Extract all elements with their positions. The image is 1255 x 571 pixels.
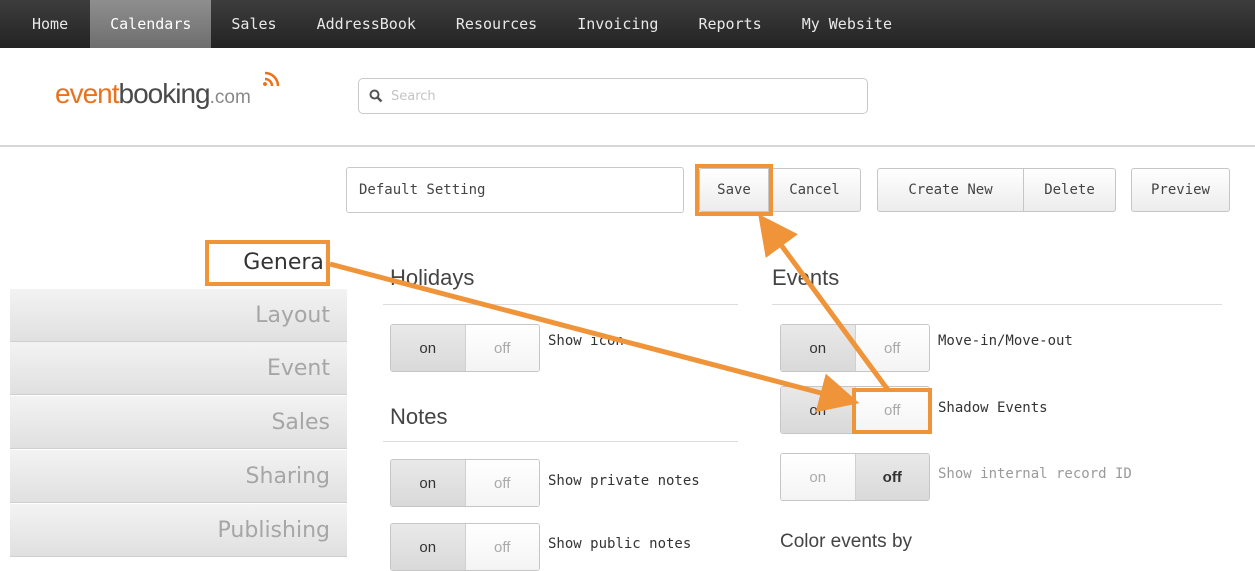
rss-icon <box>263 71 280 87</box>
create-new-button[interactable]: Create New <box>877 168 1024 212</box>
sidebar-item-layout[interactable]: Layout <box>10 289 347 342</box>
show-icon-label: Show icon <box>548 333 624 349</box>
toggle-on[interactable]: on <box>391 460 465 506</box>
holidays-divider <box>383 304 738 305</box>
preview-button[interactable]: Preview <box>1131 168 1230 212</box>
toggle-off[interactable]: off <box>464 460 539 506</box>
sidebar-item-sharing[interactable]: Sharing <box>10 450 347 503</box>
toggle-on[interactable]: on <box>781 454 856 500</box>
shadow-events-toggle[interactable]: on off <box>780 386 930 434</box>
nav-invoicing[interactable]: Invoicing <box>557 0 678 48</box>
nav-home[interactable]: Home <box>18 0 90 48</box>
public-notes-toggle[interactable]: on off <box>390 523 540 571</box>
logo-event-text: event <box>55 78 119 109</box>
nav-reports[interactable]: Reports <box>678 0 781 48</box>
toggle-on[interactable]: on <box>781 325 855 371</box>
sidebar-item-publishing[interactable]: Publishing <box>10 504 347 557</box>
search-input[interactable] <box>389 87 853 105</box>
internal-record-label: Show internal record ID <box>938 466 1132 482</box>
search-box[interactable] <box>358 78 868 114</box>
toggle-on[interactable]: on <box>391 524 465 570</box>
logo[interactable]: eventbooking.com <box>55 71 280 118</box>
show-icon-toggle[interactable]: on off <box>390 324 540 372</box>
top-nav: Home Calendars Sales AddressBook Resourc… <box>0 0 1255 48</box>
toggle-off[interactable]: off <box>464 325 539 371</box>
toggle-on[interactable]: on <box>781 387 855 433</box>
nav-resources[interactable]: Resources <box>436 0 557 48</box>
logo-com-text: .com <box>209 87 251 108</box>
holidays-title: Holidays <box>390 265 475 290</box>
logo-booking-text: booking <box>118 78 211 109</box>
nav-addressbook[interactable]: AddressBook <box>297 0 436 48</box>
save-button[interactable]: Save <box>699 168 769 212</box>
notes-divider <box>383 441 738 442</box>
sidebar-item-sales[interactable]: Sales <box>10 396 347 449</box>
nav-my-website[interactable]: My Website <box>782 0 912 48</box>
toggle-on[interactable]: on <box>391 325 465 371</box>
nav-sales[interactable]: Sales <box>211 0 296 48</box>
cancel-button[interactable]: Cancel <box>769 168 861 212</box>
private-notes-label: Show private notes <box>548 473 700 489</box>
color-events-by-title: Color events by <box>780 531 913 552</box>
sidebar-item-general[interactable]: General <box>10 236 347 289</box>
shadow-events-label: Shadow Events <box>938 400 1048 416</box>
move-in-out-toggle[interactable]: on off <box>780 324 930 372</box>
public-notes-label: Show public notes <box>548 536 692 552</box>
move-in-out-label: Move-in/Move-out <box>938 333 1073 349</box>
internal-record-toggle[interactable]: on off <box>780 453 930 501</box>
events-title: Events <box>772 265 840 290</box>
events-divider <box>772 304 1222 305</box>
toggle-off[interactable]: off <box>855 454 929 500</box>
nav-calendars[interactable]: Calendars <box>90 0 212 48</box>
toggle-off[interactable]: off <box>464 524 539 570</box>
toggle-off[interactable]: off <box>854 325 929 371</box>
sidebar-item-event[interactable]: Event <box>10 342 347 395</box>
header-divider <box>0 145 1255 147</box>
notes-title: Notes <box>390 404 448 429</box>
setting-name-input[interactable] <box>346 167 684 213</box>
delete-button[interactable]: Delete <box>1024 168 1116 212</box>
settings-sidebar: General Layout Event Sales Sharing Publi… <box>10 236 347 558</box>
toggle-off[interactable]: off <box>854 387 929 433</box>
search-icon <box>369 89 383 103</box>
private-notes-toggle[interactable]: on off <box>390 459 540 507</box>
